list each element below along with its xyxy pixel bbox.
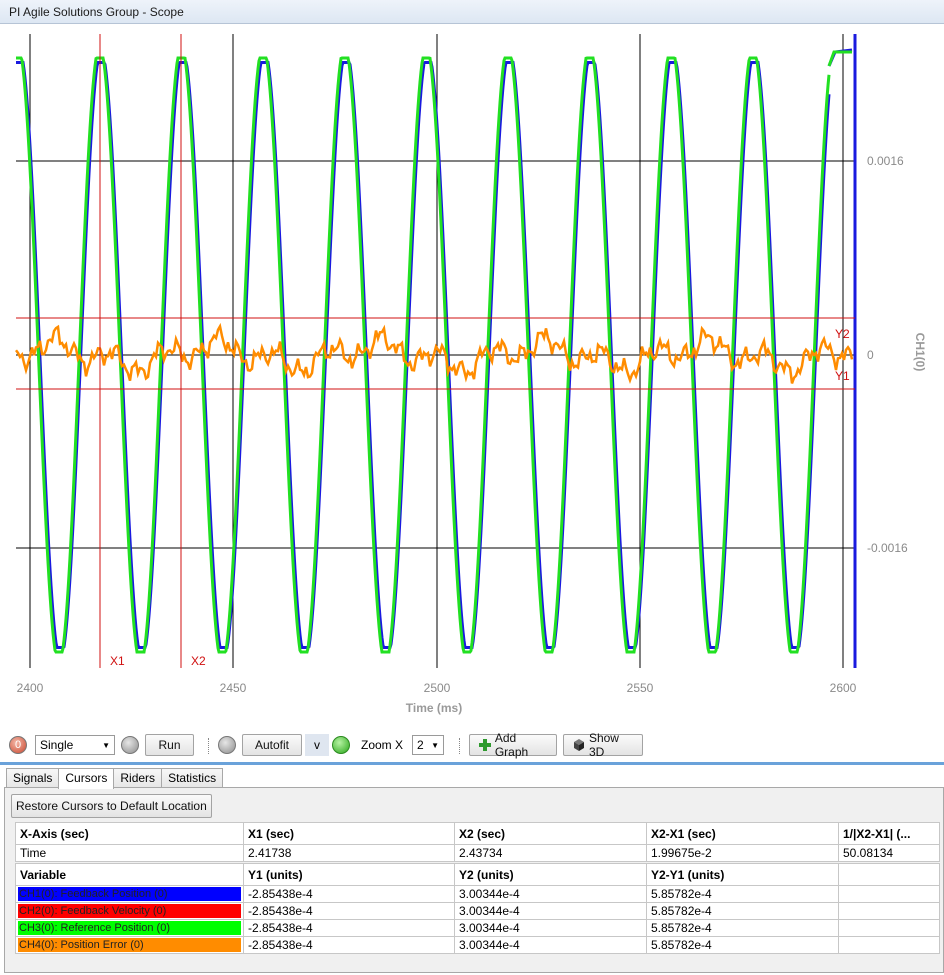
column-header: X2-X1 (sec): [646, 822, 839, 845]
mode-select-value: Single: [40, 738, 74, 752]
cursor-y2-label: Y2: [835, 327, 850, 341]
column-header: 1/|X2-X1| (...: [838, 822, 940, 845]
bottom-tabs: Signals Cursors Riders Statistics: [6, 768, 224, 789]
table-cell: [838, 902, 940, 920]
table-cell: -2.85438e-4: [243, 936, 455, 954]
zoom-label: Zoom X: [361, 738, 404, 752]
variables-table: Variable Y1 (units) Y2 (units) Y2-Y1 (un…: [15, 863, 940, 954]
column-header: Y2 (units): [454, 863, 647, 886]
y-axis-label: CH1(0): [913, 333, 927, 372]
run-button[interactable]: Run: [145, 734, 194, 756]
table-row[interactable]: Time 2.41738 2.43734 1.99675e-2 50.08134: [15, 844, 940, 862]
mode-select[interactable]: Single ▼: [35, 735, 115, 755]
variable-name-ch3: CH3(0): Reference Position (0): [18, 921, 241, 935]
tab-cursors[interactable]: Cursors: [58, 768, 115, 789]
zoom-select[interactable]: 2 ▼: [412, 735, 444, 755]
column-header: [838, 863, 940, 886]
toolbar-separator: [208, 738, 210, 754]
cursor-y1-label: Y1: [835, 369, 850, 383]
cursor-x2-label: X2: [191, 654, 206, 668]
table-cell: 5.85782e-4: [646, 885, 839, 903]
table-cell: 3.00344e-4: [454, 936, 647, 954]
cursor-x1-label: X1: [110, 654, 125, 668]
table-cell: -2.85438e-4: [243, 919, 455, 937]
add-graph-button[interactable]: Add Graph: [469, 731, 557, 759]
x-tick-label: 2600: [830, 681, 857, 695]
table-cell: [838, 919, 940, 937]
table-cell: 3.00344e-4: [454, 919, 647, 937]
table-row[interactable]: CH2(0): Feedback Velocity (0) -2.85438e-…: [15, 902, 940, 920]
y-tick-label: 0.0016: [867, 154, 904, 168]
table-cell: [838, 885, 940, 903]
x-axis-label: Time (ms): [406, 701, 462, 715]
scope-toolbar: 0 Single ▼ Run Autofit v Zoom X 2 ▼ Add …: [0, 728, 944, 762]
table-cell: 3.00344e-4: [454, 902, 647, 920]
variable-name-ch1: CH1(0): Feedback Position (0): [18, 887, 241, 901]
cube-icon: [574, 739, 584, 751]
table-cell: 5.85782e-4: [646, 902, 839, 920]
variable-name-ch2: CH2(0): Feedback Velocity (0): [18, 904, 241, 918]
restore-cursors-button[interactable]: Restore Cursors to Default Location: [11, 794, 212, 818]
add-graph-label: Add Graph: [494, 731, 529, 759]
table-row[interactable]: CH3(0): Reference Position (0) -2.85438e…: [15, 919, 940, 937]
table-cell: [838, 936, 940, 954]
x-tick-label: 2400: [17, 681, 44, 695]
scope-plot[interactable]: X1 X2 Y2 Y1 2400 2450 2500 2550 2600 0.0016 0 -0.0…: [0, 24, 944, 724]
show-3d-label: Show 3D: [588, 731, 619, 759]
run-indicator-led: [121, 736, 139, 754]
window-title: PI Agile Solutions Group - Scope: [0, 0, 944, 24]
v-indicator-led: [332, 736, 350, 754]
zoom-select-value: 2: [417, 738, 424, 752]
column-header: Y2-Y1 (units): [646, 863, 839, 886]
table-cell: 50.08134: [838, 844, 940, 862]
table-cell: 5.85782e-4: [646, 919, 839, 937]
y-tick-label: 0: [867, 348, 874, 362]
x-tick-label: 2500: [424, 681, 451, 695]
x-tick-label: 2550: [627, 681, 654, 695]
column-header: X-Axis (sec): [15, 822, 244, 845]
autofit-indicator-led: [218, 736, 236, 754]
table-cell: -2.85438e-4: [243, 902, 455, 920]
toolbar-separator: [459, 738, 461, 754]
table-cell: Time: [15, 844, 244, 862]
column-header: X2 (sec): [454, 822, 647, 845]
table-cell: 5.85782e-4: [646, 936, 839, 954]
caret-down-icon: ▼: [431, 740, 439, 750]
caret-down-icon: ▼: [102, 740, 110, 750]
table-cell[interactable]: 2.41738: [243, 844, 455, 862]
tab-statistics[interactable]: Statistics: [161, 768, 224, 788]
table-cell[interactable]: 2.43734: [454, 844, 647, 862]
x-tick-label: 2450: [220, 681, 247, 695]
panel-divider: [0, 762, 944, 765]
x-axis-table: X-Axis (sec) X1 (sec) X2 (sec) X2-X1 (se…: [15, 822, 940, 862]
table-row[interactable]: CH4(0): Position Error (0) -2.85438e-4 3…: [15, 936, 940, 954]
column-header: Variable: [15, 863, 244, 886]
tab-signals[interactable]: Signals: [6, 768, 60, 788]
autofit-button[interactable]: Autofit: [242, 734, 302, 756]
variable-name-ch4: CH4(0): Position Error (0): [18, 938, 241, 952]
y-tick-label: -0.0016: [867, 541, 908, 555]
table-cell: 3.00344e-4: [454, 885, 647, 903]
table-cell: -2.85438e-4: [243, 885, 455, 903]
column-header: Y1 (units): [243, 863, 455, 886]
column-header: X1 (sec): [243, 822, 455, 845]
show-3d-button[interactable]: Show 3D: [563, 731, 643, 759]
status-led: 0: [9, 736, 27, 754]
plus-icon: [479, 739, 491, 751]
scope-chart[interactable]: X1 X2 Y2 Y1 2400 2450 2500 2550 2600 0.0016 0 -0.0…: [0, 24, 944, 724]
table-cell: 1.99675e-2: [646, 844, 839, 862]
v-toggle[interactable]: v: [305, 734, 329, 756]
tab-riders[interactable]: Riders: [113, 768, 163, 788]
table-row[interactable]: CH1(0): Feedback Position (0) -2.85438e-…: [15, 885, 940, 903]
